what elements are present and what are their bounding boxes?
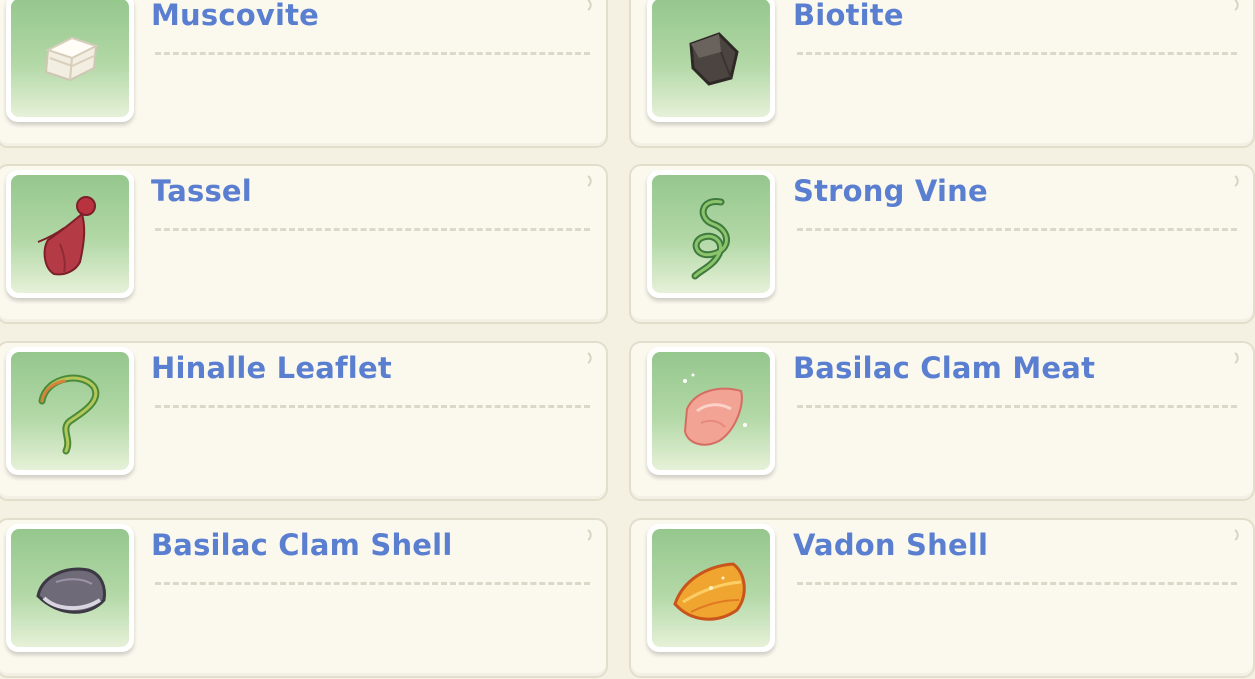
item-icon-frame <box>647 347 775 475</box>
clam-shell-icon <box>36 567 106 614</box>
clam-meat-icon <box>683 373 747 446</box>
item-name: Hinalle Leaflet <box>151 351 392 385</box>
item-name: Basilac Clam Meat <box>793 351 1096 385</box>
corner-decoration-icon <box>587 175 592 187</box>
corner-decoration-icon <box>587 529 592 541</box>
item-card-tassel[interactable]: Tassel <box>0 164 608 324</box>
corner-decoration-icon <box>587 352 592 364</box>
item-card-biotite[interactable]: Biotite <box>629 0 1255 148</box>
dashed-divider <box>797 228 1237 231</box>
dashed-divider <box>155 228 590 231</box>
muscovite-icon <box>44 36 99 82</box>
hinalle-leaflet-icon <box>38 374 100 455</box>
corner-decoration-icon <box>1234 352 1239 364</box>
item-card-basilac-clam-meat[interactable]: Basilac Clam Meat <box>629 341 1255 501</box>
corner-decoration-icon <box>587 0 592 11</box>
item-name: Vadon Shell <box>793 528 989 562</box>
dashed-divider <box>155 52 590 55</box>
dashed-divider <box>797 52 1237 55</box>
item-card-vadon-shell[interactable]: Vadon Shell <box>629 518 1255 678</box>
dashed-divider <box>155 582 590 585</box>
item-name: Tassel <box>151 174 252 208</box>
corner-decoration-icon <box>1234 0 1239 11</box>
item-icon-frame <box>6 170 134 298</box>
item-name: Basilac Clam Shell <box>151 528 453 562</box>
item-icon-frame <box>6 524 134 652</box>
item-icon-frame <box>6 0 134 122</box>
item-name: Strong Vine <box>793 174 988 208</box>
tassel-icon <box>37 196 96 276</box>
item-icon-frame <box>647 524 775 652</box>
corner-decoration-icon <box>1234 175 1239 187</box>
item-name: Muscovite <box>151 0 320 32</box>
item-card-strong-vine[interactable]: Strong Vine <box>629 164 1255 324</box>
item-card-muscovite[interactable]: Muscovite <box>0 0 608 148</box>
item-icon-frame <box>647 170 775 298</box>
strong-vine-icon <box>691 198 730 280</box>
item-name: Biotite <box>793 0 904 32</box>
dashed-divider <box>797 582 1237 585</box>
dashed-divider <box>155 405 590 408</box>
item-card-hinalle-leaflet[interactable]: Hinalle Leaflet <box>0 341 608 501</box>
item-icon-frame <box>647 0 775 122</box>
item-icon-frame <box>6 347 134 475</box>
corner-decoration-icon <box>1234 529 1239 541</box>
vadon-shell-icon <box>673 562 746 621</box>
biotite-icon <box>689 32 739 86</box>
dashed-divider <box>797 405 1237 408</box>
item-grid: Muscovite Biotite Tassel Strong Vine Hin… <box>0 0 1255 679</box>
item-card-basilac-clam-shell[interactable]: Basilac Clam Shell <box>0 518 608 678</box>
